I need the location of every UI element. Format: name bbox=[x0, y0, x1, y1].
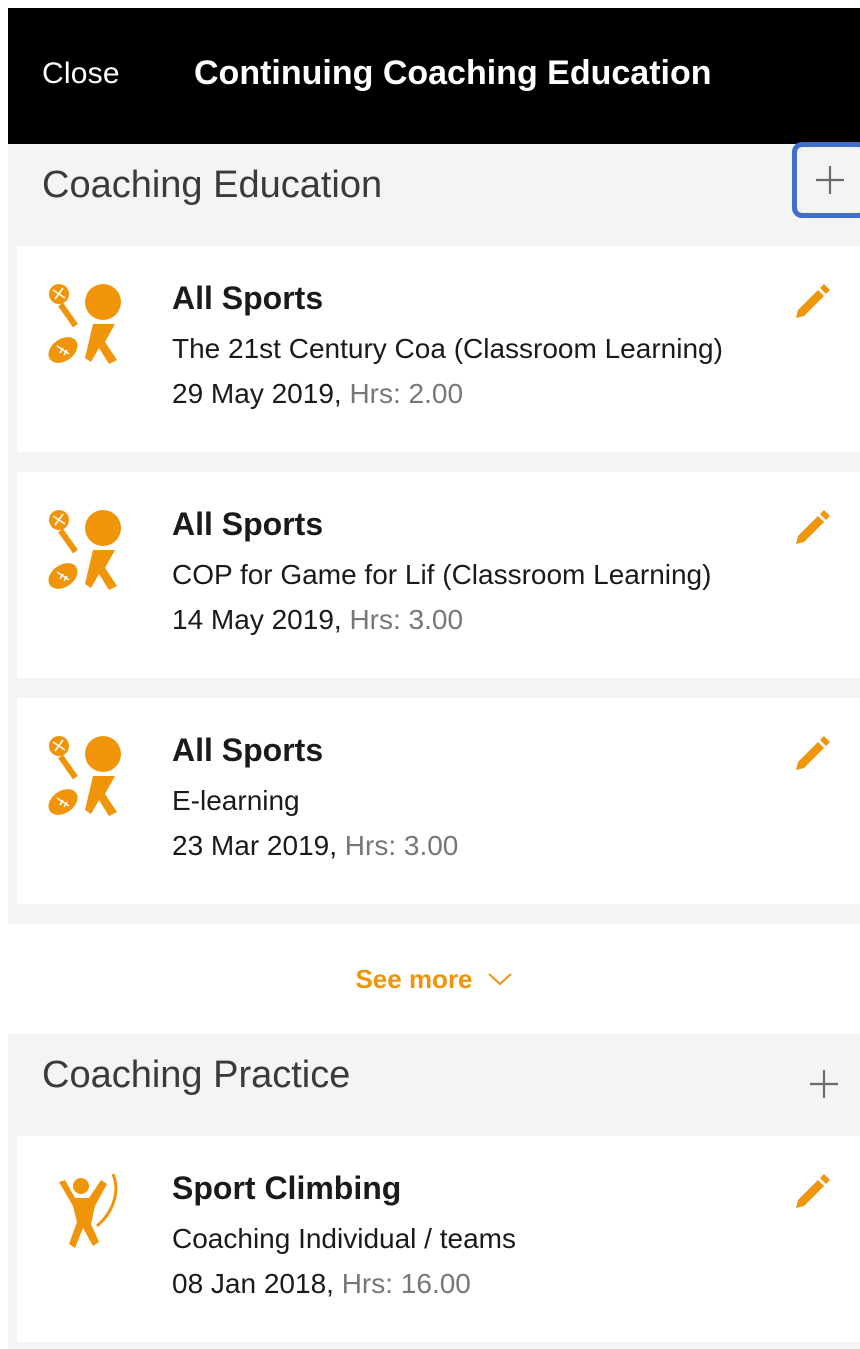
item-title: All Sports bbox=[172, 506, 324, 542]
item-hours: Hrs: 3.00 bbox=[344, 830, 459, 861]
list-item[interactable]: Sport Climbing Coaching Individual / tea… bbox=[17, 1136, 860, 1342]
section-title: Coaching Practice bbox=[42, 1054, 351, 1096]
section-header-coaching-practice: Coaching Practice bbox=[8, 1034, 860, 1136]
item-meta: 23 Mar 2019, Hrs: 3.00 bbox=[172, 830, 458, 862]
app-screen: Close Continuing Coaching Education Coac… bbox=[8, 8, 860, 1349]
item-subtitle: E-learning bbox=[172, 785, 300, 816]
item-date: 23 Mar 2019, bbox=[172, 830, 337, 861]
chevron-down-icon bbox=[487, 973, 512, 986]
add-coaching-practice-button[interactable] bbox=[794, 1054, 854, 1114]
item-title: All Sports bbox=[172, 732, 324, 768]
see-more-button[interactable]: See more bbox=[355, 964, 512, 995]
pencil-icon[interactable] bbox=[792, 280, 832, 320]
close-button[interactable]: Close bbox=[42, 57, 120, 91]
item-date: 08 Jan 2018, bbox=[172, 1268, 334, 1299]
section-title: Coaching Education bbox=[42, 164, 383, 206]
all-sports-icon bbox=[48, 510, 121, 590]
section-header-coaching-education: Coaching Education bbox=[8, 142, 860, 246]
list-item[interactable]: All Sports COP for Game for Lif (Classro… bbox=[17, 472, 860, 678]
all-sports-icon bbox=[48, 736, 121, 816]
pencil-icon[interactable] bbox=[792, 732, 832, 772]
item-title: All Sports bbox=[172, 280, 324, 316]
coaching-practice-list: Sport Climbing Coaching Individual / tea… bbox=[8, 1136, 860, 1342]
all-sports-icon bbox=[48, 284, 121, 364]
see-more-label: See more bbox=[355, 963, 473, 994]
page-title: Continuing Coaching Education bbox=[194, 54, 712, 92]
item-subtitle: Coaching Individual / teams bbox=[172, 1223, 516, 1254]
pencil-icon[interactable] bbox=[792, 506, 832, 546]
item-meta: 08 Jan 2018, Hrs: 16.00 bbox=[172, 1268, 471, 1300]
pencil-icon[interactable] bbox=[792, 1170, 832, 1210]
item-meta: 29 May 2019, Hrs: 2.00 bbox=[172, 378, 463, 410]
item-date: 29 May 2019, bbox=[172, 378, 342, 409]
coaching-education-list: All Sports The 21st Century Coa (Classro… bbox=[8, 246, 860, 904]
item-subtitle: COP for Game for Lif (Classroom Learning… bbox=[172, 559, 712, 590]
sport-climbing-icon bbox=[59, 1173, 118, 1248]
item-meta: 14 May 2019, Hrs: 3.00 bbox=[172, 604, 463, 636]
item-date: 14 May 2019, bbox=[172, 604, 342, 635]
item-hours: Hrs: 2.00 bbox=[349, 378, 464, 409]
item-subtitle: The 21st Century Coa (Classroom Learning… bbox=[172, 333, 723, 364]
plus-icon bbox=[816, 166, 844, 194]
plus-icon bbox=[810, 1070, 838, 1098]
item-hours: Hrs: 16.00 bbox=[341, 1268, 471, 1299]
item-title: Sport Climbing bbox=[172, 1170, 402, 1206]
list-item[interactable]: All Sports The 21st Century Coa (Classro… bbox=[17, 246, 860, 452]
add-coaching-education-button[interactable] bbox=[792, 142, 860, 218]
see-more-row[interactable]: See more bbox=[8, 924, 860, 1034]
top-bar: Close Continuing Coaching Education bbox=[8, 8, 860, 144]
item-hours: Hrs: 3.00 bbox=[349, 604, 464, 635]
list-item[interactable]: All Sports E-learning 23 Mar 2019, Hrs: … bbox=[17, 698, 860, 904]
